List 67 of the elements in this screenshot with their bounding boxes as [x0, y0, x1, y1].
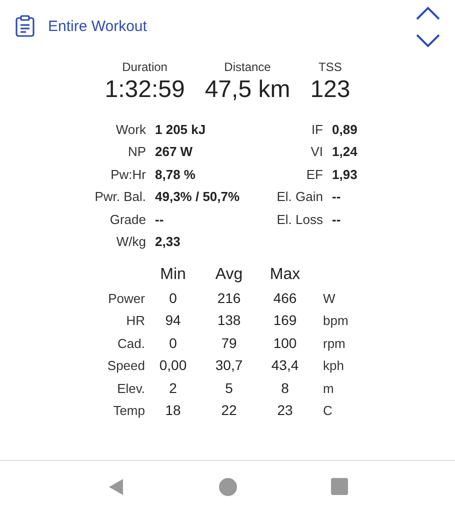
clipboard-icon: [15, 15, 35, 37]
metric-value: 1,24: [332, 143, 358, 161]
metric-label: IF: [310, 120, 323, 138]
table-cell-text: 0,00: [158, 356, 188, 376]
metric-label: Pwr. Bal.: [94, 188, 146, 206]
unit-label: bpm: [323, 312, 348, 330]
metric-value: --: [155, 210, 165, 228]
table-cell-text: 100: [272, 334, 298, 353]
table-cell-text: 2: [168, 378, 178, 398]
table-cell-text: 22: [220, 401, 238, 420]
metric-value: 8,78 %: [155, 166, 196, 184]
metric-value: --: [332, 188, 341, 206]
stat-label: Distance: [224, 59, 271, 76]
metric-label: NP: [126, 143, 146, 161]
unit-label: rpm: [323, 334, 346, 353]
unit-label: W: [323, 290, 336, 308]
unit-label: C: [323, 402, 332, 420]
table-cell-text: 79: [220, 334, 238, 353]
table-cell-text: 18: [164, 401, 182, 420]
row-label: HR: [125, 312, 145, 330]
row-label: Speed: [106, 357, 145, 375]
section-title[interactable]: Entire Workout: [48, 16, 147, 38]
unit-label: m: [323, 380, 334, 398]
table-cell-text: 43,4: [270, 356, 300, 376]
metric-value: 267 W: [155, 143, 194, 161]
stat-value: 1:32:59: [104, 76, 185, 104]
metric-label: VI: [310, 143, 323, 161]
chevron-down-icon[interactable]: [415, 33, 441, 48]
row-label: Temp: [112, 402, 145, 420]
table-cell-text: 0: [168, 288, 178, 308]
home-icon[interactable]: [219, 478, 237, 496]
unit-label: kph: [323, 357, 344, 375]
table-cell-text: 5: [224, 378, 234, 398]
metric-label: Grade: [108, 210, 146, 228]
stat-value: 123: [310, 76, 350, 104]
metric-label: EF: [305, 166, 323, 184]
stat-label: TSS: [318, 59, 342, 76]
back-icon[interactable]: [107, 478, 125, 496]
metric-label: W/kg: [115, 233, 146, 251]
metric-label: El. Loss: [276, 210, 323, 228]
row-label: Elev.: [116, 380, 145, 398]
metric-label: Work: [114, 120, 146, 138]
metric-value: 1,93: [332, 166, 358, 184]
column-header: Min: [159, 265, 187, 285]
table-cell-text: 169: [272, 311, 298, 330]
metric-value: 2,33: [155, 233, 182, 251]
metric-value: --: [332, 210, 341, 228]
metric-value: 49,3% / 50,7%: [155, 188, 241, 206]
table-cell-text: 8: [280, 378, 290, 398]
chevron-up-icon[interactable]: [415, 6, 441, 21]
metric-label: Pw:Hr: [110, 166, 146, 184]
column-header: Max: [268, 265, 302, 285]
table-cell-text: 30,7: [214, 356, 244, 376]
table-cell-text: 94: [164, 311, 182, 330]
stat-value: 47,5 km: [204, 76, 290, 104]
row-label: Cad.: [116, 334, 145, 352]
metric-label: El. Gain: [276, 188, 323, 206]
row-label: Power: [107, 290, 145, 308]
table-cell-text: 216: [216, 288, 242, 308]
table-cell-text: 466: [272, 288, 298, 308]
table-cell-text: 23: [276, 401, 294, 420]
column-header: Avg: [214, 265, 244, 285]
metric-value: 0,89: [332, 120, 358, 138]
metric-value: 1 205 kJ: [155, 120, 207, 138]
stat-label: Duration: [122, 59, 168, 76]
table-cell-text: 138: [216, 311, 242, 330]
table-cell-text: 0: [168, 334, 178, 353]
